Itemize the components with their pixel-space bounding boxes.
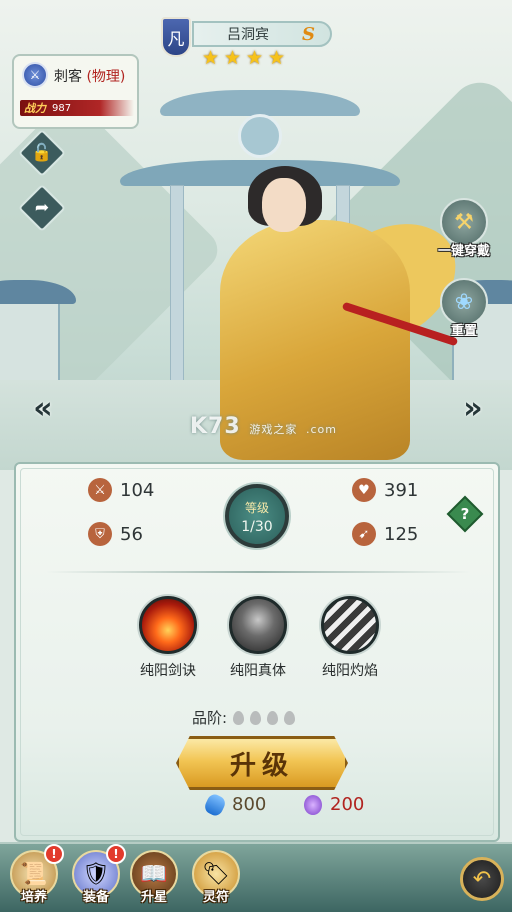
reset-button[interactable]: ❀ 重置 xyxy=(432,278,496,339)
quality-drop-icon xyxy=(250,710,262,725)
skill-slot[interactable]: 纯阳真体 xyxy=(213,596,303,680)
power-bar: 战力 987 xyxy=(20,100,134,116)
skill-name: 纯阳剑诀 xyxy=(140,663,196,679)
watermark-domain: .com xyxy=(306,423,338,436)
purple-orb-icon xyxy=(304,794,322,815)
quality-drop-icon xyxy=(284,710,296,725)
bottom-nav: 📜 培养 ! 🛡 装备 ! 📖 升星 🏷 灵符 xyxy=(0,842,512,912)
damage-type: (物理) xyxy=(86,69,126,85)
skill-slot[interactable]: 纯阳灼焰 xyxy=(305,596,395,680)
hero-grade: S xyxy=(302,23,315,45)
watermark-sub: 游戏之家 xyxy=(249,423,298,436)
sword-icon: ⚔ xyxy=(88,478,112,502)
star-icon: ★ xyxy=(202,47,220,69)
nav-label: 装备 xyxy=(82,890,109,905)
hero-stars: ★ ★ ★ ★ xyxy=(202,49,287,68)
defense-value: 56 xyxy=(120,523,143,545)
star-icon: ★ xyxy=(246,47,264,69)
class-card: ⚔ 刺客 (物理) 战力 987 xyxy=(12,54,139,129)
upgrade-button[interactable]: 升级 xyxy=(176,736,348,790)
gem-cost-value: 800 xyxy=(232,794,267,815)
body-skill-icon xyxy=(229,596,287,654)
nav-label: 灵符 xyxy=(202,890,229,905)
equip-icon: ⚒ xyxy=(440,198,488,246)
star-icon: ★ xyxy=(224,47,242,69)
alert-badge: ! xyxy=(106,844,126,864)
back-arrow-icon: ↶ xyxy=(472,866,492,892)
alert-badge: ! xyxy=(44,844,64,864)
class-name: 刺客 xyxy=(54,69,82,85)
reset-label: 重置 xyxy=(450,324,477,339)
nav-talisman[interactable]: 🏷 灵符 xyxy=(186,850,246,905)
power-label: 战力 xyxy=(24,102,46,115)
hp-value: 391 xyxy=(384,479,419,501)
gem-cost: 800 xyxy=(202,791,267,818)
skill-name: 纯阳灼焰 xyxy=(322,663,378,679)
fire-skill-icon xyxy=(139,596,197,654)
skill-name: 纯阳真体 xyxy=(230,663,286,679)
prev-hero-arrow[interactable]: « xyxy=(28,390,58,426)
speed-value: 125 xyxy=(384,523,419,545)
attack-stat: ⚔ 104 xyxy=(88,478,154,502)
divider xyxy=(46,571,470,573)
skill-slot[interactable]: 纯阳剑诀 xyxy=(123,596,213,680)
heart-icon: ♥ xyxy=(352,478,376,502)
speed-stat: ➹ 125 xyxy=(352,522,418,546)
lotus-icon: ❀ xyxy=(440,278,488,326)
level-badge: 等级 1/30 xyxy=(225,484,289,548)
share-icon: ➦ xyxy=(34,198,50,218)
hero-head xyxy=(262,178,306,232)
level-value: 1/30 xyxy=(241,519,273,535)
hero-stats-panel: ⚔ 104 ⛨ 56 ♥ 391 ➹ 125 等级 1/30 ? 纯阳剑诀 纯阳… xyxy=(14,462,500,842)
orb-cost-value: 200 xyxy=(330,794,365,815)
back-button[interactable]: ↶ xyxy=(460,857,504,901)
quality-row: 品阶: xyxy=(192,707,296,728)
assassin-class-icon: ⚔ xyxy=(22,62,48,88)
boot-icon: ➹ xyxy=(352,522,376,546)
watermark-main: K73 xyxy=(190,414,241,439)
orb-cost: 200 xyxy=(304,794,364,815)
hero-name: 吕洞宾 xyxy=(227,27,269,43)
unlock-icon: 🔓 xyxy=(31,143,53,163)
blue-gem-icon xyxy=(202,791,228,818)
nav-label: 培养 xyxy=(20,890,47,905)
hp-stat: ♥ 391 xyxy=(352,478,418,502)
help-button[interactable]: ? xyxy=(446,495,484,533)
power-value: 987 xyxy=(52,102,72,114)
one-click-equip-label: 一键穿戴 xyxy=(437,244,490,259)
nav-label: 升星 xyxy=(140,890,167,905)
attack-value: 104 xyxy=(120,479,155,501)
quality-label: 品阶: xyxy=(192,709,228,727)
shield-icon: ⛨ xyxy=(88,522,112,546)
temple-pillar xyxy=(170,185,184,385)
quality-drop-icon xyxy=(233,710,245,725)
question-icon: ? xyxy=(460,505,470,523)
nav-star-up[interactable]: 📖 升星 xyxy=(124,850,184,905)
quality-drop-icon xyxy=(267,710,279,725)
temple-emblem xyxy=(238,114,282,158)
class-label: 刺客 (物理) xyxy=(54,66,125,86)
temple-roof xyxy=(160,90,360,116)
star-icon: ★ xyxy=(268,47,286,69)
nav-equipment[interactable]: 🛡 装备 ! xyxy=(66,844,126,905)
blade-skill-icon xyxy=(321,596,379,654)
rank-badge: 凡 xyxy=(161,17,191,57)
next-hero-arrow[interactable]: » xyxy=(458,390,488,426)
one-click-equip-button[interactable]: ⚒ 一键穿戴 xyxy=(432,198,496,259)
nav-cultivate[interactable]: 📜 培养 ! xyxy=(4,844,64,905)
defense-stat: ⛨ 56 xyxy=(88,522,143,546)
hero-name-plate: 吕洞宾 S xyxy=(192,21,332,47)
watermark: K73 游戏之家 .com xyxy=(190,414,337,439)
level-label: 等级 xyxy=(244,501,269,515)
